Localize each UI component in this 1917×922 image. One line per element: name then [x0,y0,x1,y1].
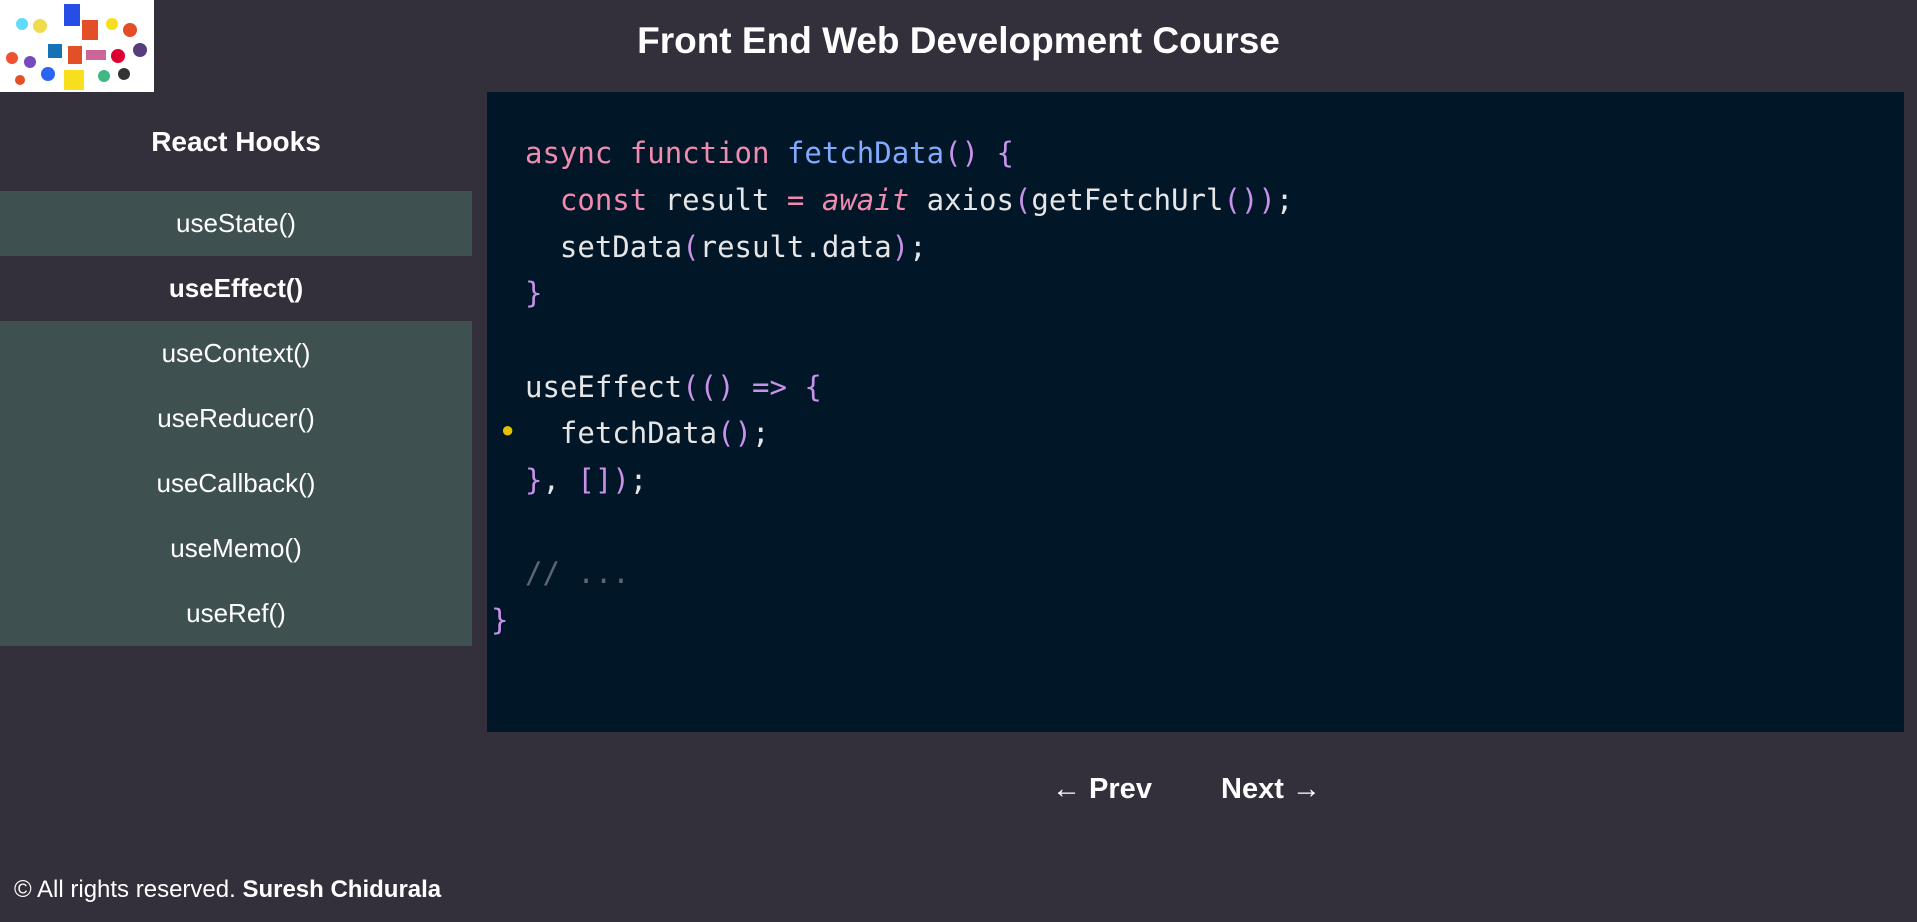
sidebar: React Hooks useState() useEffect() useCo… [0,92,472,646]
code-line: const result = await axios(getFetchUrl()… [559,183,1294,217]
sidebar-item-usecallback[interactable]: useCallback() [0,451,472,516]
lightbulb-icon: ● [501,417,515,442]
code-line: useEffect(() => { [525,370,822,404]
author-name: Suresh Chidurala [242,876,442,903]
sidebar-item-usememo[interactable]: useMemo() [0,516,472,581]
prev-button[interactable]: ← Prev [1052,773,1152,806]
code-line: }, []); [525,463,648,497]
sidebar-item-usereducer[interactable]: useReducer() [0,386,472,451]
code-line: async function fetchData() { [525,136,1014,170]
sidebar-item-useeffect[interactable]: useEffect() [0,256,472,321]
page-title: Front End Web Development Course [637,20,1280,61]
next-button[interactable]: Next → [1221,773,1321,806]
sidebar-item-usecontext[interactable]: useContext() [0,321,472,386]
code-line: fetchData(); [525,416,770,450]
code-line: } [491,603,509,637]
code-line: setData(result.data); [525,230,927,264]
code-line: // ... [525,556,630,590]
sidebar-list: useState() useEffect() useContext() useR… [0,191,472,646]
sidebar-item-useref[interactable]: useRef() [0,581,472,646]
footer: © All rights reserved. Suresh Chidurala [14,876,441,904]
code-line: } [525,276,543,310]
copyright-text: © All rights reserved. [14,876,236,903]
sidebar-heading: React Hooks [151,126,321,157]
sidebar-item-usestate[interactable]: useState() [0,191,472,256]
header: Front End Web Development Course [0,0,1917,92]
code-screenshot: async function fetchData() { const resul… [487,92,1904,732]
